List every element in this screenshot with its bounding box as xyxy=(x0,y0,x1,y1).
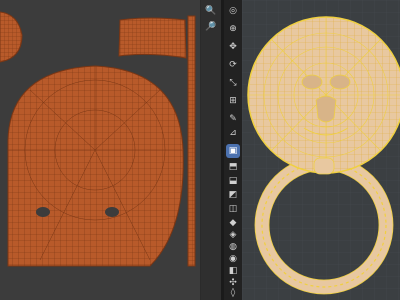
face-island[interactable] xyxy=(7,65,184,267)
uv-canvas[interactable] xyxy=(0,0,200,300)
zoom-out-icon[interactable]: 🔎 xyxy=(204,20,218,34)
strip-island[interactable] xyxy=(118,17,187,59)
measure-tool-icon[interactable]: ⊿ xyxy=(226,126,240,140)
select-tool-icon[interactable]: ◎ xyxy=(226,4,240,18)
tall-strip-island[interactable] xyxy=(187,15,196,267)
tool-shelf: ◎ ⊕ ✥ ⟳ ⤡ ⊞ ✎ ⊿ ▣ ⬒ ⬓ ◩ ◫ ◆ ◈ ◍ ◉ ◧ ✣ ◊ xyxy=(224,0,242,300)
blender-window: 🔍 🔎 ◎ ⊕ ✥ ⟳ ⤡ ⊞ ✎ ⊿ ▣ ⬒ ⬓ ◩ ◫ ◆ ◈ ◍ ◉ ◧ … xyxy=(0,0,400,300)
head-island[interactable] xyxy=(0,11,23,63)
eye-hole-left xyxy=(36,207,50,217)
viewport-canvas[interactable] xyxy=(242,0,400,300)
annotate-tool-icon[interactable]: ✎ xyxy=(226,112,240,126)
ring-hinge xyxy=(313,157,335,175)
zoom-in-icon[interactable]: 🔍 xyxy=(204,4,218,18)
uv-navigation-bar: 🔍 🔎 xyxy=(201,0,221,300)
lion-nose xyxy=(315,95,337,123)
rotate-tool-icon[interactable]: ⟳ xyxy=(226,58,240,72)
extrude-tool-icon[interactable]: ⬒ xyxy=(226,160,240,174)
lion-eye-left xyxy=(301,74,323,90)
scale-tool-icon[interactable]: ⤡ xyxy=(226,76,240,90)
eye-hole-right xyxy=(105,207,119,217)
move-tool-icon[interactable]: ✥ xyxy=(226,40,240,54)
inset-tool-icon[interactable]: ⬓ xyxy=(226,174,240,188)
add-cube-tool-icon[interactable]: ▣ xyxy=(226,144,240,158)
3d-viewport[interactable] xyxy=(242,0,400,300)
shear-tool-icon[interactable]: ◊ xyxy=(226,286,240,300)
cursor-tool-icon[interactable]: ⊕ xyxy=(226,22,240,36)
uv-editor[interactable] xyxy=(0,0,200,300)
lion-eye-right xyxy=(329,74,351,90)
loop-cut-tool-icon[interactable]: ◫ xyxy=(226,202,240,216)
bevel-tool-icon[interactable]: ◩ xyxy=(226,188,240,202)
transform-tool-icon[interactable]: ⊞ xyxy=(226,94,240,108)
